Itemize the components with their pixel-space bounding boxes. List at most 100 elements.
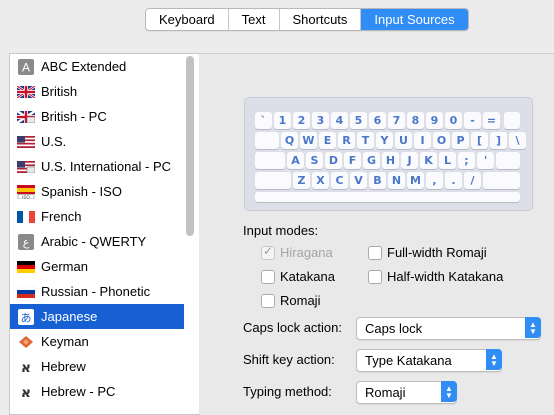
hiragana-checkbox[interactable]: ✓ xyxy=(261,244,275,260)
keyboard-key: V xyxy=(350,172,367,189)
caps-lock-action-label: Caps lock action: xyxy=(243,320,342,335)
tab-keyboard[interactable]: Keyboard xyxy=(146,9,229,30)
svg-text:あ: あ xyxy=(21,311,32,324)
svg-text:א: א xyxy=(21,360,31,375)
keyman-icon xyxy=(17,335,35,348)
list-item-us[interactable]: U.S. xyxy=(10,129,184,154)
keyboard-key: = xyxy=(483,112,500,129)
list-item-label: Hebrew xyxy=(41,359,86,374)
list-item-label: ABC Extended xyxy=(41,59,127,74)
keyboard-key: O xyxy=(433,132,450,149)
list-item-british[interactable]: British xyxy=(10,79,184,104)
keyboard-key: K xyxy=(420,152,437,169)
keyboard-modifier-key xyxy=(504,112,520,129)
arabic-letter-icon: ع xyxy=(17,233,35,250)
list-item-label: German xyxy=(41,259,88,274)
keyboard-key: 8 xyxy=(407,112,424,129)
keyboard-layout-preview: ` 1 2 3 4 5 6 7 8 9 0- = Q W E R T Y U I O P[] \ A S D F G H J K L; ' Z X C… xyxy=(244,97,533,211)
keyboard-key: ` xyxy=(255,112,272,129)
caps-lock-action-value: Caps lock xyxy=(365,321,423,336)
tab-input-sources[interactable]: Input Sources xyxy=(361,9,468,30)
katakana-checkbox[interactable] xyxy=(261,270,275,284)
keyboard-key: 6 xyxy=(369,112,386,129)
keyboard-modifier-key xyxy=(255,152,285,169)
keyboard-key: 5 xyxy=(350,112,367,129)
checkmark-icon: ✓ xyxy=(263,244,274,258)
keyboard-key: . xyxy=(445,172,462,189)
list-item-label: U.S. International - PC xyxy=(41,159,172,174)
list-item-label: Arabic - QWERTY xyxy=(41,234,147,249)
keyboard-modifier-key xyxy=(483,172,520,189)
keyboard-key: [ xyxy=(471,132,488,149)
tab-shortcuts[interactable]: Shortcuts xyxy=(280,9,362,30)
keyboard-key: \ xyxy=(509,132,526,149)
list-item-german[interactable]: German xyxy=(10,254,184,279)
list-item-russian-phonetic[interactable]: Russian - Phonetic xyxy=(10,279,184,304)
shift-key-action-value: Type Katakana xyxy=(365,353,452,368)
hebrew-letter-pc-icon: א xyxy=(17,385,35,400)
list-item-spanish-iso[interactable]: ISO Spanish - ISO xyxy=(10,179,184,204)
spain-flag-iso-icon: ISO xyxy=(17,184,35,199)
list-item-hebrew-pc[interactable]: א Hebrew - PC xyxy=(10,379,184,404)
keyboard-key: , xyxy=(426,172,443,189)
list-item-abc-extended[interactable]: A ABC Extended xyxy=(10,54,184,79)
keyboard-key: U xyxy=(395,132,412,149)
keyboard-key: ' xyxy=(477,152,494,169)
list-item-label: Spanish - ISO xyxy=(41,184,122,199)
keyboard-key: D xyxy=(325,152,342,169)
full-width-romaji-checkbox[interactable] xyxy=(368,246,382,260)
keyboard-key: J xyxy=(401,152,418,169)
keyboard-key: Z xyxy=(293,172,310,189)
list-item-hebrew[interactable]: א Hebrew xyxy=(10,354,184,379)
chevron-up-down-icon: ▲ ▼ xyxy=(441,381,457,402)
list-item-us-international-pc[interactable]: U.S. International - PC xyxy=(10,154,184,179)
keyboard-key: M xyxy=(407,172,424,189)
list-item-label: Russian - Phonetic xyxy=(41,284,151,299)
list-item-label: U.S. xyxy=(41,134,67,149)
hiragana-a-icon: あ xyxy=(17,308,35,325)
half-width-katakana-label: Half-width Katakana xyxy=(387,269,504,284)
keyboard-key: ; xyxy=(458,152,475,169)
svg-text:ع: ع xyxy=(23,236,30,249)
keyboard-key: I xyxy=(414,132,431,149)
russia-flag-icon xyxy=(17,285,35,298)
list-item-french[interactable]: French xyxy=(10,204,184,229)
caps-lock-action-popup[interactable]: Caps lock ▲ ▼ xyxy=(356,317,541,340)
list-item-japanese[interactable]: あ Japanese xyxy=(10,304,184,329)
keyboard-modifier-key xyxy=(255,192,520,202)
keyboard-key: B xyxy=(369,172,386,189)
uk-flag-pc-icon xyxy=(17,110,35,123)
keyboard-key: P xyxy=(452,132,469,149)
chevron-up-down-icon: ▲ ▼ xyxy=(486,349,502,370)
tab-text[interactable]: Text xyxy=(229,9,280,30)
half-width-katakana-checkbox[interactable] xyxy=(368,270,382,284)
france-flag-icon xyxy=(17,210,35,223)
input-sources-list[interactable]: A ABC Extended British British - PC U.S.… xyxy=(9,53,200,415)
keyboard-key: 1 xyxy=(274,112,291,129)
keyboard-key: C xyxy=(331,172,348,189)
list-item-keyman[interactable]: Keyman xyxy=(10,329,184,354)
keyboard-key: ] xyxy=(490,132,507,149)
keyboard-key: F xyxy=(344,152,361,169)
preferences-tab-bar: Keyboard Text Shortcuts Input Sources xyxy=(145,8,469,31)
us-flag-pc-icon xyxy=(17,160,35,173)
list-item-label: Hebrew - PC xyxy=(41,384,116,399)
list-item-british-pc[interactable]: British - PC xyxy=(10,104,184,129)
keyboard-modifier-key xyxy=(255,172,291,189)
list-item-arabic-qwerty[interactable]: ع Arabic - QWERTY xyxy=(10,229,184,254)
uk-flag-icon xyxy=(17,85,35,98)
list-item-label: British - PC xyxy=(41,109,107,124)
chevron-up-down-icon: ▲ ▼ xyxy=(525,317,541,338)
full-width-romaji-label: Full-width Romaji xyxy=(387,245,487,260)
shift-key-action-popup[interactable]: Type Katakana ▲ ▼ xyxy=(356,349,502,372)
list-scrollbar[interactable] xyxy=(186,56,194,236)
keyboard-key: 3 xyxy=(312,112,329,129)
keyboard-key: 9 xyxy=(426,112,443,129)
keyboard-key: 4 xyxy=(331,112,348,129)
list-item-label: Japanese xyxy=(41,309,98,324)
list-item-label: Keyman xyxy=(41,334,89,349)
svg-text:א: א xyxy=(21,385,31,400)
keyboard-key: Q xyxy=(281,132,298,149)
romaji-checkbox[interactable] xyxy=(261,294,275,308)
keyboard-key: T xyxy=(357,132,374,149)
